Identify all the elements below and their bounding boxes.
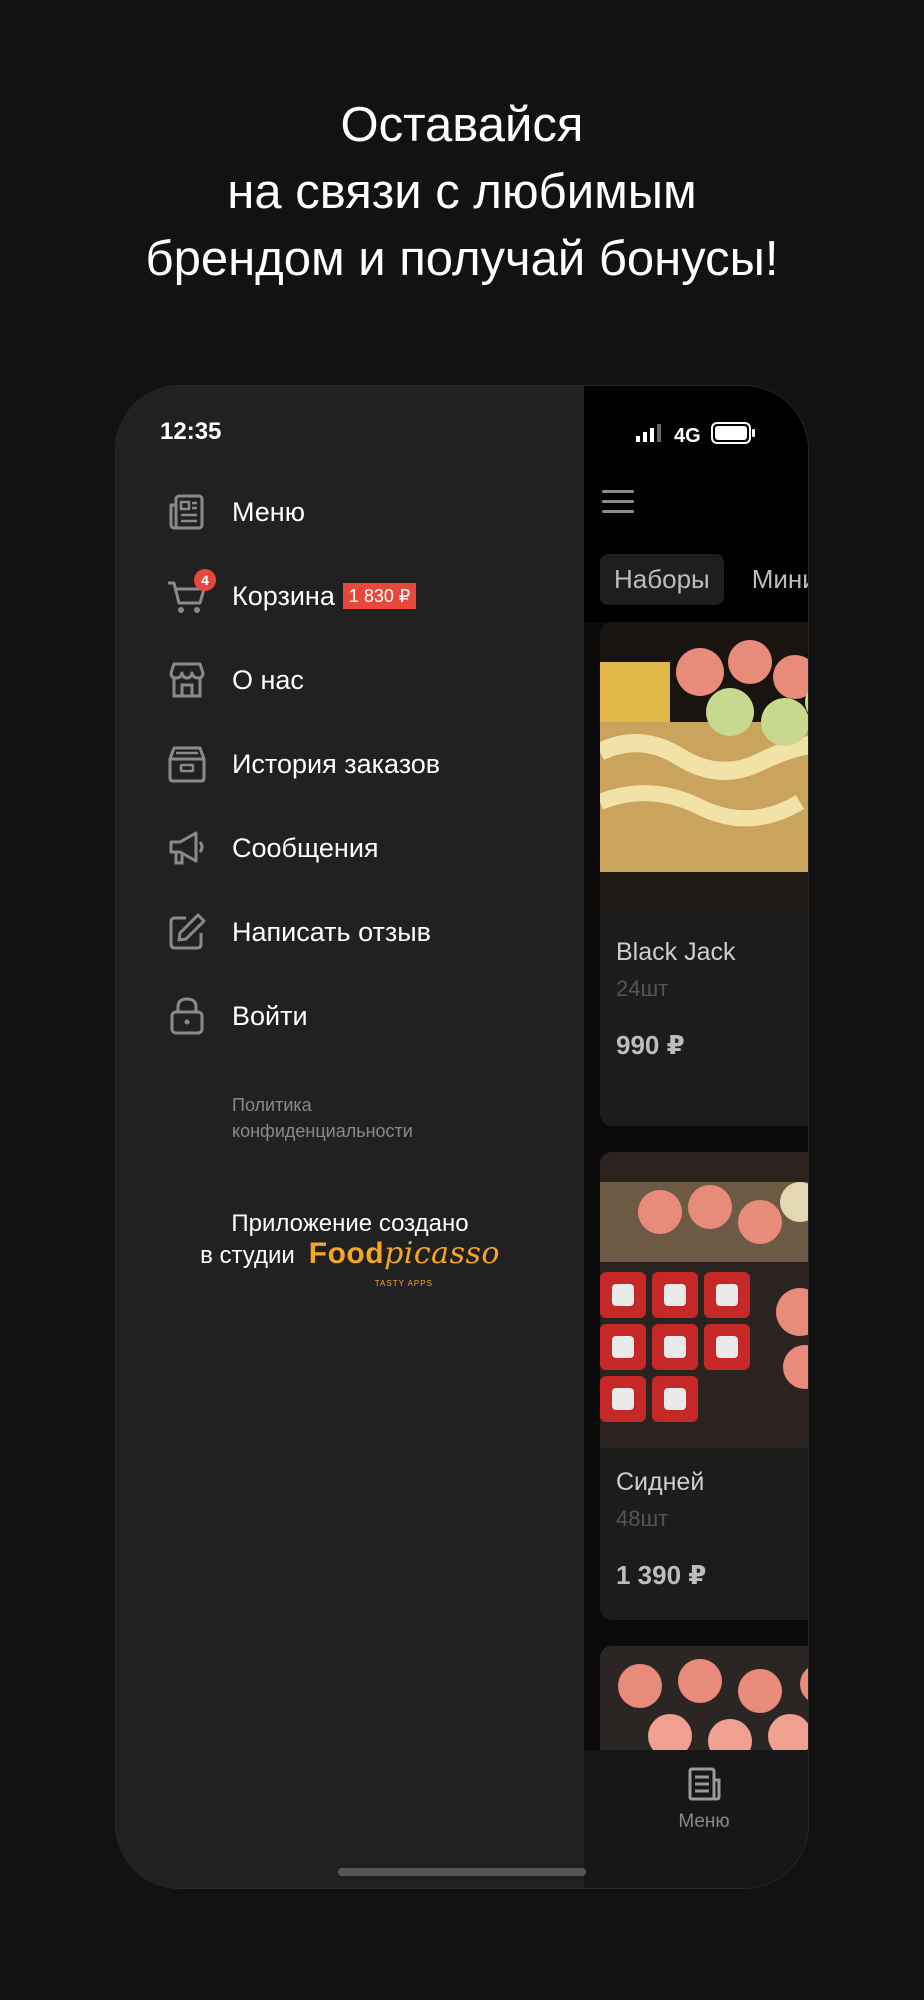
- archive-icon: [166, 743, 208, 785]
- product-card[interactable]: Black Jack 24шт 990 ₽: [600, 622, 808, 1126]
- headline-line-3: брендом и получай бонусы!: [145, 232, 779, 286]
- bottom-navigation: Меню: [584, 1750, 808, 1888]
- product-quantity: 48шт: [616, 1506, 669, 1531]
- drawer-item-label: Корзина: [232, 580, 335, 611]
- product-quantity: 24шт: [616, 976, 669, 1001]
- product-image: [600, 622, 808, 918]
- app-content: 4G Наборы Мини: [584, 386, 808, 1888]
- lock-icon: [166, 995, 208, 1037]
- cart-icon: 4: [166, 569, 216, 617]
- drawer-item-label: О нас: [232, 664, 304, 695]
- bottom-nav-menu[interactable]: Меню: [664, 1766, 744, 1833]
- navigation-drawer: 12:35 Меню 4 Корзина 1 830 ₽ О нас Истор…: [116, 386, 584, 1888]
- cart-count-badge: 4: [194, 569, 216, 591]
- newspaper-icon: [688, 1767, 721, 1801]
- drawer-item-write-review[interactable]: Написать отзыв: [166, 902, 431, 962]
- signal-icon: [636, 424, 664, 448]
- tab-sets[interactable]: Наборы: [600, 554, 724, 605]
- drawer-item-messages[interactable]: Сообщения: [166, 818, 379, 878]
- privacy-line-2: конфиденциальности: [232, 1121, 413, 1141]
- newspaper-icon: [166, 491, 208, 533]
- home-indicator: [338, 1868, 586, 1876]
- brand-tagline: TASTY APPS: [374, 1279, 433, 1288]
- drawer-item-label: Сообщения: [232, 832, 379, 863]
- drawer-item-order-history[interactable]: История заказов: [166, 734, 440, 794]
- cart-total-badge: 1 830 ₽: [342, 583, 417, 609]
- store-icon: [166, 659, 208, 701]
- category-tabs: Наборы Мини: [600, 554, 808, 605]
- foodpicasso-logo[interactable]: Foodpicasso TASTY APPS: [308, 1236, 500, 1289]
- network-label: 4G: [674, 424, 701, 447]
- headline-line-1: Оставайся: [340, 98, 584, 152]
- tab-mini[interactable]: Мини: [738, 554, 808, 605]
- product-card[interactable]: Сидней 48шт 1 390 ₽: [600, 1152, 808, 1620]
- megaphone-icon: [166, 827, 208, 869]
- battery-icon: [710, 422, 757, 450]
- pencil-icon: [166, 911, 208, 953]
- credits-line-1: Приложение создано: [231, 1210, 469, 1237]
- studio-credits: Приложение создано в студии Foodpicasso T…: [116, 1209, 584, 1289]
- headline-line-2: на связи с любимым: [227, 165, 697, 219]
- product-feed: Black Jack 24шт 990 ₽ Сидней 48шт 1 390 …: [584, 622, 808, 1888]
- promo-headline: Оставайся на связи с любимым брендом и п…: [0, 92, 924, 293]
- product-price: 990 ₽: [616, 1030, 685, 1060]
- product-name: Black Jack: [616, 938, 736, 966]
- product-name: Сидней: [616, 1468, 705, 1496]
- hamburger-menu-icon[interactable]: [602, 490, 634, 516]
- status-time: 12:35: [160, 418, 222, 445]
- drawer-item-menu[interactable]: Меню: [166, 482, 305, 542]
- privacy-line-1: Политика: [232, 1095, 312, 1115]
- drawer-item-about[interactable]: О нас: [166, 650, 304, 710]
- credits-line-2: в студии: [200, 1242, 295, 1269]
- privacy-policy-link[interactable]: Политика конфиденциальности: [232, 1092, 492, 1144]
- product-image: [600, 1152, 808, 1448]
- brand-part-1: Food: [308, 1237, 385, 1270]
- drawer-item-login[interactable]: Войти: [166, 986, 308, 1046]
- drawer-item-cart[interactable]: 4 Корзина 1 830 ₽: [166, 566, 417, 626]
- status-indicators: 4G: [636, 422, 757, 450]
- product-price: 1 390 ₽: [616, 1560, 707, 1590]
- drawer-item-label: Войти: [232, 1000, 308, 1031]
- drawer-item-label: История заказов: [232, 748, 441, 779]
- drawer-item-label: Написать отзыв: [232, 916, 431, 947]
- bottom-nav-menu-label: Меню: [678, 1811, 730, 1832]
- drawer-item-label: Меню: [232, 496, 305, 527]
- phone-frame: 4G Наборы Мини: [116, 386, 808, 1888]
- brand-part-2: picasso: [384, 1236, 500, 1271]
